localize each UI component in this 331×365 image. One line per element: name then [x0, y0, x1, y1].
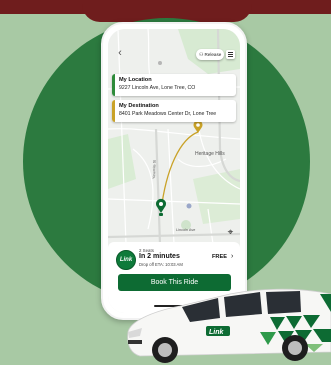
map-label-street-2: Yosemite St: [152, 160, 157, 179]
pickup-stripe: [112, 74, 115, 96]
status-bar: [108, 29, 240, 45]
release-button[interactable]: ⚇Release: [196, 49, 225, 60]
chevron-right-icon[interactable]: ›: [231, 253, 233, 260]
release-label: Release: [204, 52, 222, 57]
map-label-area: Heritage Hills: [195, 151, 225, 157]
map-view[interactable]: Heritage Hills Lincoln Ave Yosemite St: [108, 29, 240, 244]
back-arrow-icon[interactable]: ‹: [114, 47, 126, 59]
phone-screen: Heritage Hills Lincoln Ave Yosemite St ‹…: [108, 29, 240, 313]
destination-stripe: [112, 100, 115, 122]
van-logo-icon: Link: [206, 326, 230, 336]
phone-frame: Heritage Hills Lincoln Ave Yosemite St ‹…: [101, 22, 247, 320]
van-logo-text: Link: [209, 329, 224, 336]
eta-text: In 2 minutes: [139, 253, 180, 260]
locate-icon[interactable]: ⌖: [225, 227, 236, 238]
destination-title: My Destination: [119, 103, 159, 109]
pickup-address: 9227 Lincoln Ave, Lone Tree, CO: [119, 85, 196, 91]
menu-icon[interactable]: [226, 50, 235, 59]
user-icon: ⚇: [199, 52, 204, 58]
pickup-card[interactable]: My Location 9227 Lincoln Ave, Lone Tree,…: [112, 74, 236, 96]
dropoff-text: Drop off ETA: 10:03 AM: [139, 262, 183, 267]
price-text[interactable]: FREE: [212, 254, 227, 260]
shuttle-van: Link: [127, 288, 331, 363]
map-label-street-1: Lincoln Ave: [176, 228, 195, 232]
destination-address: 8401 Park Meadows Center Dr, Lone Tree: [119, 111, 217, 117]
link-logo-icon: Link: [116, 250, 136, 270]
destination-card[interactable]: My Destination 8401 Park Meadows Center …: [112, 100, 236, 122]
pickup-title: My Location: [119, 77, 152, 83]
